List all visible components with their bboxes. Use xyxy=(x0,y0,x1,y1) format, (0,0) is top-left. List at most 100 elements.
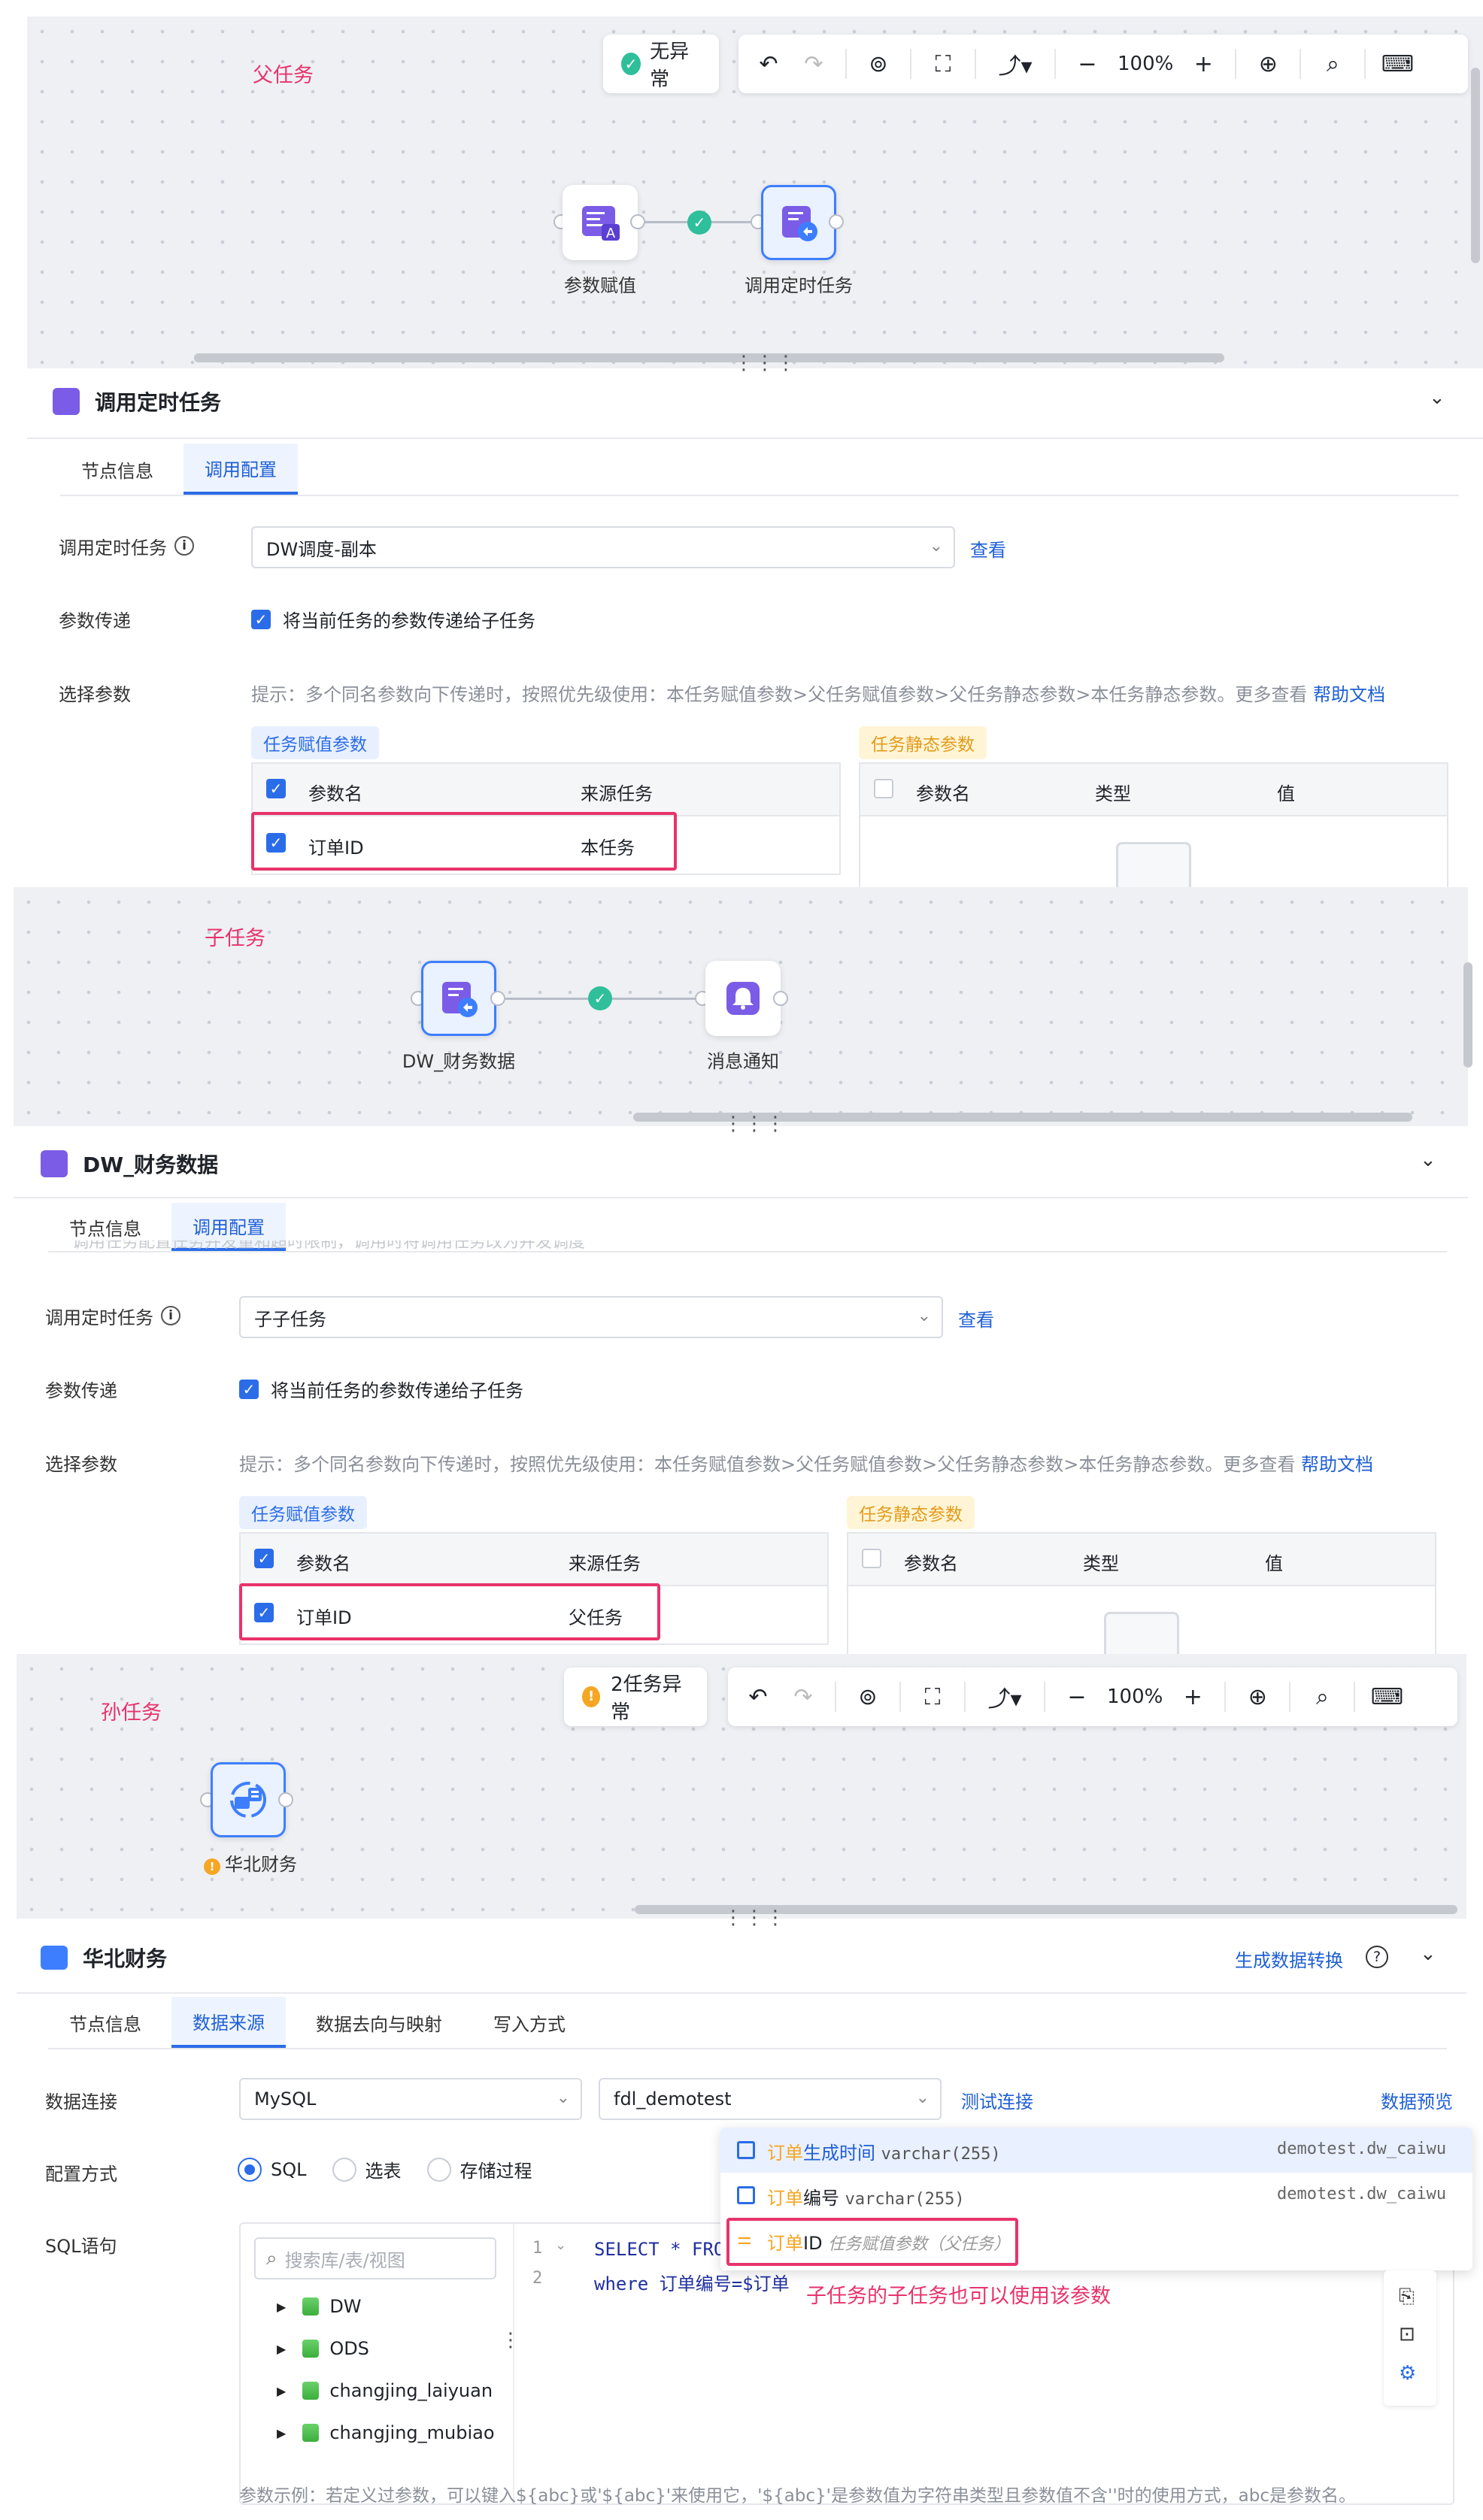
search-icon[interactable]: ⌕ xyxy=(1300,1674,1345,1719)
checkbox-checked-icon[interactable]: ✓ xyxy=(251,609,271,629)
fit-view-icon[interactable]: ⛶ xyxy=(920,41,966,86)
header-checkbox[interactable] xyxy=(874,779,893,798)
pass-params-checkbox[interactable]: ✓ 将当前任务的参数传递给子任务 xyxy=(251,606,535,632)
zoom-in-icon[interactable]: + xyxy=(1181,41,1226,86)
node-param-assign[interactable]: A xyxy=(563,185,638,260)
resize-handle[interactable]: ⋮⋮⋮ xyxy=(723,1113,787,1135)
splitter-handle[interactable]: ⋮ xyxy=(501,2329,520,2352)
auto-layout-icon[interactable]: ⊚ xyxy=(845,1674,890,1719)
radio-procedure[interactable] xyxy=(426,2157,451,2182)
tree-item-db[interactable]: ▶ changjing_mubiao xyxy=(277,2422,495,2443)
database-icon xyxy=(302,2297,320,2316)
pass-params-checkbox[interactable]: ✓ 将当前任务的参数传递给子任务 xyxy=(239,1376,523,1402)
edge-style-icon[interactable]: ⤴▾ xyxy=(975,1674,1035,1719)
expand-icon[interactable]: ▶ xyxy=(277,2426,286,2440)
status-badge[interactable]: ✓ 无异常 xyxy=(603,35,719,93)
status-text: 无异常 xyxy=(650,41,690,91)
tree-item-db[interactable]: ▶ changjing_laiyuan xyxy=(277,2380,493,2401)
node-message-notify[interactable] xyxy=(705,961,781,1036)
expand-icon[interactable]: ▶ xyxy=(277,2384,286,2398)
preview-icon[interactable]: ⊡ xyxy=(1399,2323,1415,2346)
header-checkbox[interactable] xyxy=(862,1549,881,1568)
fit-view-icon[interactable]: ⛶ xyxy=(910,1674,955,1719)
tab-node-info[interactable]: 节点信息 xyxy=(48,1997,162,2048)
output-port[interactable] xyxy=(630,214,645,229)
help-doc-link[interactable]: 帮助文档 xyxy=(1301,1454,1373,1475)
view-link[interactable]: 查看 xyxy=(970,535,1006,562)
format-icon[interactable]: ⎘ xyxy=(1399,2285,1415,2309)
canvas-scrollbar-v[interactable] xyxy=(1463,962,1472,1068)
search-icon[interactable]: ⌕ xyxy=(1310,41,1355,86)
status-badge[interactable]: ! 2任务异常 xyxy=(564,1667,707,1726)
tab-write-mode[interactable]: 写入方式 xyxy=(472,1997,587,2048)
data-preview-link[interactable]: 数据预览 xyxy=(1381,2087,1453,2113)
expand-icon[interactable]: ▶ xyxy=(277,2342,286,2356)
locate-icon[interactable]: ⊕ xyxy=(1245,41,1290,86)
chevron-down-icon[interactable]: ⌄ xyxy=(1420,1943,1436,1965)
checkbox-empty-icon[interactable] xyxy=(874,779,893,798)
output-port[interactable] xyxy=(829,214,844,229)
keyboard-icon[interactable]: ⌨ xyxy=(1375,41,1420,86)
bell-icon xyxy=(726,982,760,1015)
auto-layout-icon[interactable]: ⊚ xyxy=(856,41,901,86)
info-icon[interactable]: i xyxy=(174,536,194,556)
task-select[interactable]: 子子任务 ⌄ xyxy=(239,1296,943,1338)
tree-label: ODS xyxy=(329,2338,369,2359)
chevron-down-icon[interactable]: ⌄ xyxy=(1420,1149,1436,1171)
undo-icon[interactable]: ↶ xyxy=(746,41,791,86)
generate-transform-link[interactable]: 生成数据转换 xyxy=(1235,1946,1343,1972)
source-text: demotest.dw_caiwu xyxy=(1277,2185,1447,2203)
edge-style-icon[interactable]: ⤴▾ xyxy=(985,41,1045,86)
zoom-in-icon[interactable]: + xyxy=(1170,1674,1215,1719)
locate-icon[interactable]: ⊕ xyxy=(1235,1674,1280,1719)
sql-line[interactable]: SELECT * FROM xyxy=(594,2239,729,2260)
node-dw-finance[interactable] xyxy=(421,961,496,1036)
tab-data-target[interactable]: 数据去向与映射 xyxy=(295,1997,463,2048)
param-settings-icon[interactable]: ⚙ xyxy=(1399,2362,1416,2385)
output-port[interactable] xyxy=(773,991,788,1006)
resize-handle[interactable]: ⋮⋮⋮ xyxy=(723,1907,787,1929)
canvas-scrollbar-v[interactable] xyxy=(1471,68,1480,263)
checkbox-checked-icon[interactable]: ✓ xyxy=(239,1379,259,1399)
connection-type-select[interactable]: MySQL ⌄ xyxy=(239,2078,582,2120)
chevron-down-icon[interactable]: ⌄ xyxy=(1429,386,1445,409)
radio-sql[interactable] xyxy=(238,2157,262,2182)
checkbox-checked-icon[interactable]: ✓ xyxy=(254,1549,274,1568)
fold-icon[interactable]: ⌄ xyxy=(555,2237,566,2253)
zoom-out-icon[interactable]: − xyxy=(1065,41,1110,86)
help-circle-icon[interactable]: ? xyxy=(1366,1946,1388,1968)
redo-icon[interactable]: ↷ xyxy=(781,1674,826,1719)
header-checkbox[interactable]: ✓ xyxy=(254,1549,274,1568)
radio-table[interactable] xyxy=(332,2157,356,2182)
checkbox-checked-icon[interactable]: ✓ xyxy=(266,779,286,798)
node-label: DW_财务数据 xyxy=(402,1051,516,1072)
table-search-input[interactable]: ⌕ 搜索库/表/视图 xyxy=(254,2237,496,2279)
header-checkbox[interactable]: ✓ xyxy=(266,779,286,798)
node-north-china-finance[interactable] xyxy=(211,1762,286,1837)
test-connection-link[interactable]: 测试连接 xyxy=(961,2087,1033,2113)
zoom-out-icon[interactable]: − xyxy=(1054,1674,1099,1719)
task-select[interactable]: DW调度-副本 ⌄ xyxy=(251,526,955,568)
tab-call-config[interactable]: 调用配置 xyxy=(183,444,298,495)
divider xyxy=(910,49,911,79)
checkbox-empty-icon[interactable] xyxy=(862,1549,881,1568)
undo-icon[interactable]: ↶ xyxy=(735,1674,781,1719)
redo-icon[interactable]: ↷ xyxy=(791,41,836,86)
tree-item-db[interactable]: ▶ ODS xyxy=(277,2338,369,2359)
info-icon[interactable]: i xyxy=(161,1306,180,1325)
connection-db-select[interactable]: fdl_demotest ⌄ xyxy=(599,2078,942,2120)
keyboard-icon[interactable]: ⌨ xyxy=(1364,1674,1409,1719)
expand-icon[interactable]: ▶ xyxy=(277,2300,286,2314)
canvas-scrollbar-h[interactable] xyxy=(194,353,1224,362)
sql-line[interactable]: where 订单编号=$订单 xyxy=(594,2269,790,2295)
tab-data-source[interactable]: 数据来源 xyxy=(171,1997,286,2048)
tree-item-db[interactable]: ▶ DW xyxy=(277,2296,362,2317)
editor-side-toolbar: ⎘ ⊡ ⚙ xyxy=(1384,2270,1436,2406)
tab-node-info[interactable]: 节点信息 xyxy=(60,444,174,495)
output-port[interactable] xyxy=(490,991,505,1006)
help-doc-link[interactable]: 帮助文档 xyxy=(1313,684,1385,705)
view-link[interactable]: 查看 xyxy=(958,1305,994,1331)
output-port[interactable] xyxy=(278,1792,293,1807)
resize-handle[interactable]: ⋮⋮⋮ xyxy=(734,352,797,374)
node-call-scheduled-task[interactable] xyxy=(761,185,836,260)
